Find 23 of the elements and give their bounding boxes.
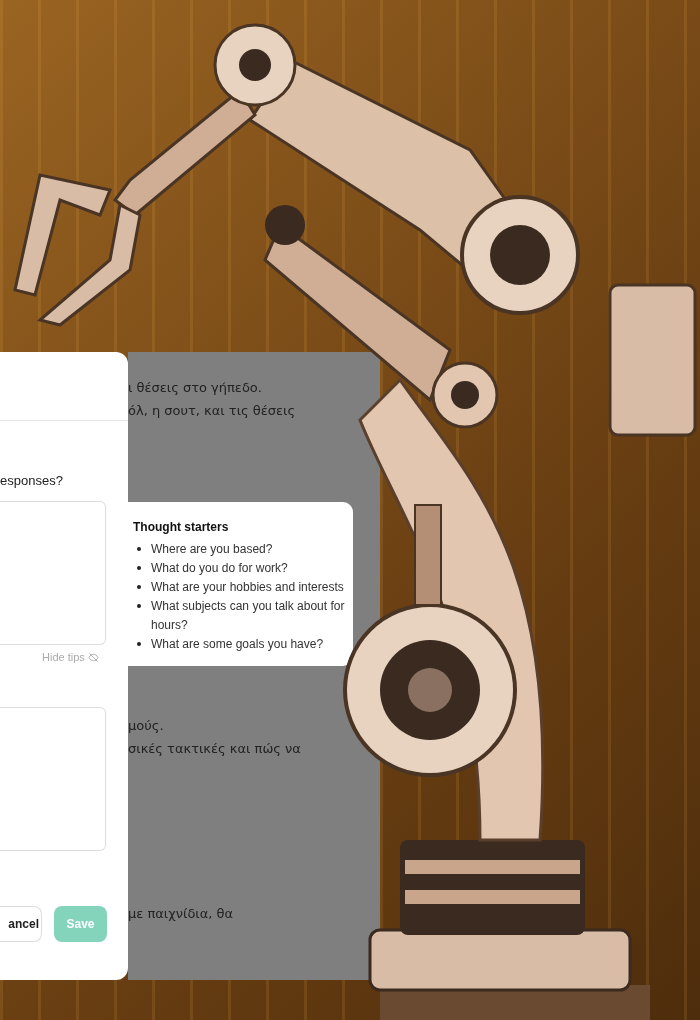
hide-tips-link[interactable]: Hide tips	[42, 651, 99, 663]
tip-text: What subjects can you talk about for hours?	[151, 598, 345, 634]
text-area[interactable]	[0, 707, 106, 851]
tip-text: What are some goals you have?	[151, 636, 324, 653]
tip-text: Where are you based?	[151, 541, 273, 558]
eye-slash-icon	[87, 651, 99, 663]
cancel-button[interactable]: ancel	[0, 906, 42, 942]
page-text: σικές τακτικές και πώς να	[128, 741, 302, 756]
page-text: μούς.	[128, 718, 165, 733]
page-text: με παιχνίδια, θα	[128, 906, 235, 921]
text-area[interactable]	[0, 501, 106, 645]
bullet-icon	[137, 642, 141, 646]
bullet-icon	[137, 547, 141, 551]
tip-text: What are your hobbies and interests	[151, 579, 344, 596]
bullet-icon	[137, 604, 141, 608]
save-button[interactable]: Save	[54, 906, 107, 942]
page-text: όλ, η σουτ, και τις θέσεις	[128, 403, 297, 418]
tips-title: Thought starters	[133, 520, 230, 534]
bullet-icon	[137, 585, 141, 589]
bullet-icon	[137, 566, 141, 570]
page-text: ι θέσεις στο γήπεδο.	[128, 380, 263, 395]
question-label: esponses?	[0, 473, 64, 488]
tip-text: What do you do for work?	[151, 560, 288, 577]
